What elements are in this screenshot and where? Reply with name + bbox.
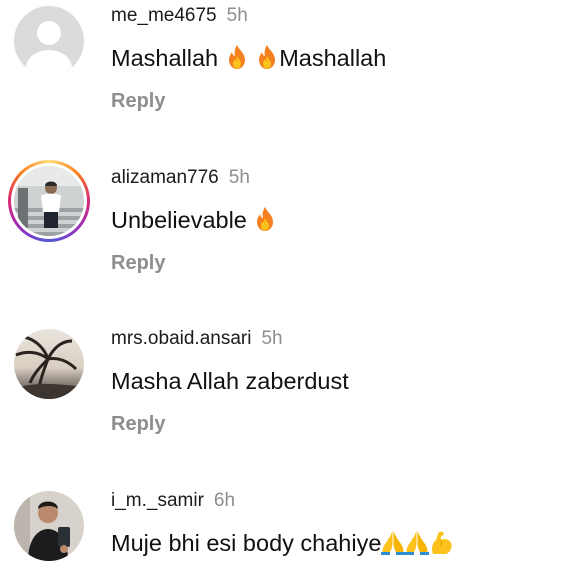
comment-text-part: Mashallah	[111, 45, 225, 71]
profile-photo-icon	[14, 166, 84, 236]
reply-button[interactable]: Reply	[111, 251, 165, 275]
comment-time: 5h	[226, 5, 248, 26]
comment-item: i_m._samir 6h Muje bhi esi body chahiye	[0, 484, 569, 573]
mirror-selfie-photo-icon	[14, 491, 84, 561]
comment-username[interactable]: i_m._samir	[111, 490, 204, 511]
avatar[interactable]	[14, 491, 84, 561]
folded-hands-emoji-icon	[381, 529, 406, 555]
avatar[interactable]	[14, 329, 84, 399]
flexed-biceps-emoji-icon	[429, 529, 453, 555]
comment-time: 6h	[213, 490, 236, 511]
comment-username[interactable]: alizaman776	[111, 167, 219, 188]
avatar[interactable]	[14, 6, 84, 76]
comment-text: Masha Allah zaberdust	[111, 367, 349, 395]
comment-text: Mashallah Mashallah	[111, 44, 386, 72]
comment-meta: mrs.obaid.ansari 5h	[111, 328, 283, 350]
reply-button[interactable]: Reply	[111, 412, 165, 436]
reply-button[interactable]: Reply	[111, 89, 165, 113]
fire-emoji-icon	[253, 206, 277, 232]
folded-hands-emoji-icon	[405, 529, 430, 555]
default-avatar-icon	[14, 6, 84, 76]
avatar	[14, 166, 84, 236]
fire-emoji-icon	[255, 44, 279, 70]
comment-meta: i_m._samir 6h	[111, 490, 235, 512]
comment-item: mrs.obaid.ansari 5h Masha Allah zaberdust…	[0, 322, 569, 484]
comment-text-part: Muje bhi esi body chahiye	[111, 530, 382, 556]
comment-meta: alizaman776 5h	[111, 167, 250, 189]
comment-text-part: Masha Allah zaberdust	[111, 368, 349, 394]
comment-username[interactable]: mrs.obaid.ansari	[111, 328, 251, 349]
fire-emoji-icon	[225, 44, 249, 70]
comment-item: alizaman776 5h Unbelievable Reply	[0, 160, 569, 322]
comment-text: Muje bhi esi body chahiye	[111, 529, 453, 557]
comment-meta: me_me4675 5h	[111, 5, 248, 27]
palm-tree-photo-icon	[14, 329, 84, 399]
comment-text: Unbelievable	[111, 206, 277, 234]
comment-item: me_me4675 5h Mashallah Mashallah Reply	[0, 0, 569, 160]
story-ring[interactable]	[8, 160, 90, 242]
comment-text-part: Unbelievable	[111, 207, 254, 233]
comment-time: 5h	[261, 328, 283, 349]
comment-text-part: Mashallah	[279, 45, 387, 71]
comment-username[interactable]: me_me4675	[111, 5, 217, 26]
comment-time: 5h	[228, 167, 250, 188]
